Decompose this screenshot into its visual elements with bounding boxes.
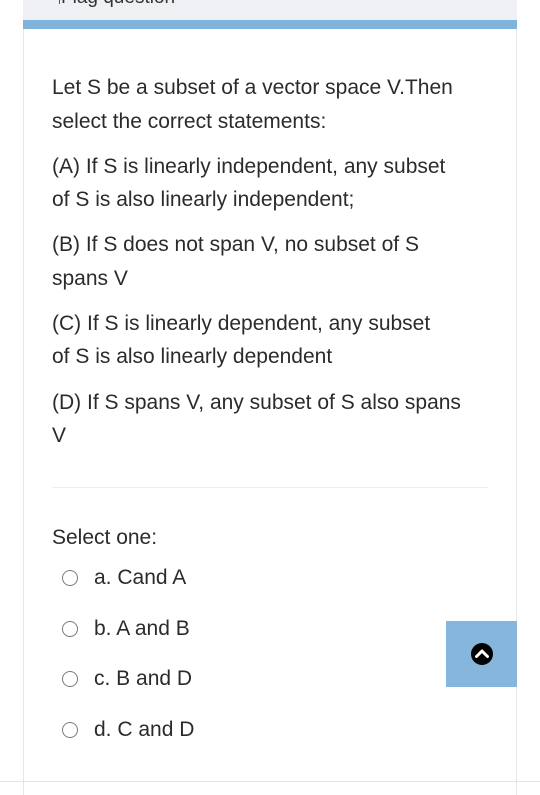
radio-button-b[interactable]	[62, 621, 78, 637]
answer-option-a-label[interactable]: a. Cand A	[94, 566, 186, 590]
answer-option-a[interactable]: a. Cand A	[62, 563, 186, 593]
question-accent-bar	[23, 20, 517, 29]
radio-button-a[interactable]	[62, 570, 78, 586]
statement-c-line-1: (C) If S is linearly dependent, any subs…	[52, 312, 431, 335]
answer-option-c-label[interactable]: c. B and D	[94, 667, 192, 691]
answer-option-d[interactable]: d. C and D	[62, 715, 194, 745]
statement-d-line-1: (D) If S spans V, any subset of S also s…	[52, 391, 461, 414]
answer-option-b[interactable]: b. A and B	[62, 614, 190, 644]
scroll-to-top-button[interactable]	[446, 621, 517, 687]
question-info-strip: Flag question	[23, 0, 517, 20]
question-intro-line-2: select the correct statements:	[52, 110, 327, 133]
statement-b-line-1: (B) If S does not span V, no subset of S	[52, 233, 419, 256]
radio-button-d[interactable]	[62, 722, 78, 738]
statement-a-line-1: (A) If S is linearly independent, any su…	[52, 155, 446, 178]
statement-a-line-2: of S is also linearly independent;	[52, 188, 355, 211]
question-intro-line-1: Let S be a subset of a vector space V.Th…	[52, 76, 453, 99]
flag-question-link[interactable]: Flag question	[61, 0, 175, 9]
answer-option-c[interactable]: c. B and D	[62, 664, 192, 694]
section-divider	[52, 487, 488, 488]
statement-c-line-2: of S is also linearly dependent	[52, 345, 333, 368]
quiz-page: Flag question Let S be a subset of a vec…	[0, 0, 540, 795]
radio-button-c[interactable]	[62, 671, 78, 687]
flag-icon[interactable]	[59, 0, 60, 4]
answer-option-b-label[interactable]: b. A and B	[94, 617, 190, 641]
answer-prompt: Select one:	[52, 526, 158, 549]
statement-b-line-2: spans V	[52, 267, 128, 290]
answer-option-d-label[interactable]: d. C and D	[94, 718, 194, 742]
chevron-up-icon	[470, 643, 493, 665]
bottom-divider	[0, 781, 540, 782]
statement-d-line-2: V	[52, 424, 67, 447]
